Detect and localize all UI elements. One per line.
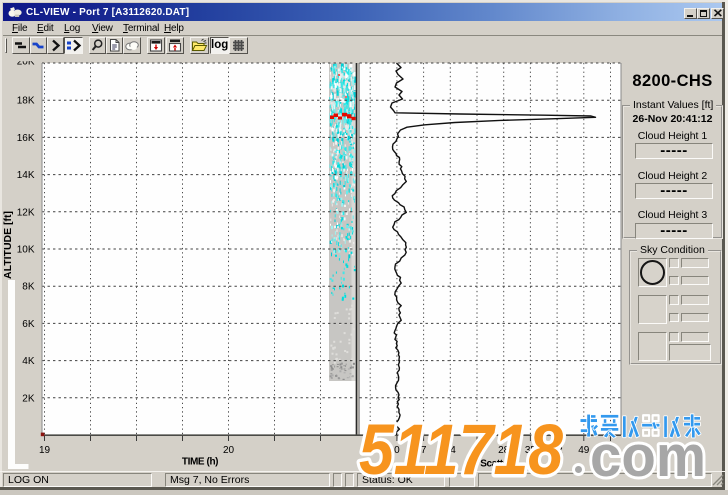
svg-text:511718: 511718 — [359, 411, 563, 490]
